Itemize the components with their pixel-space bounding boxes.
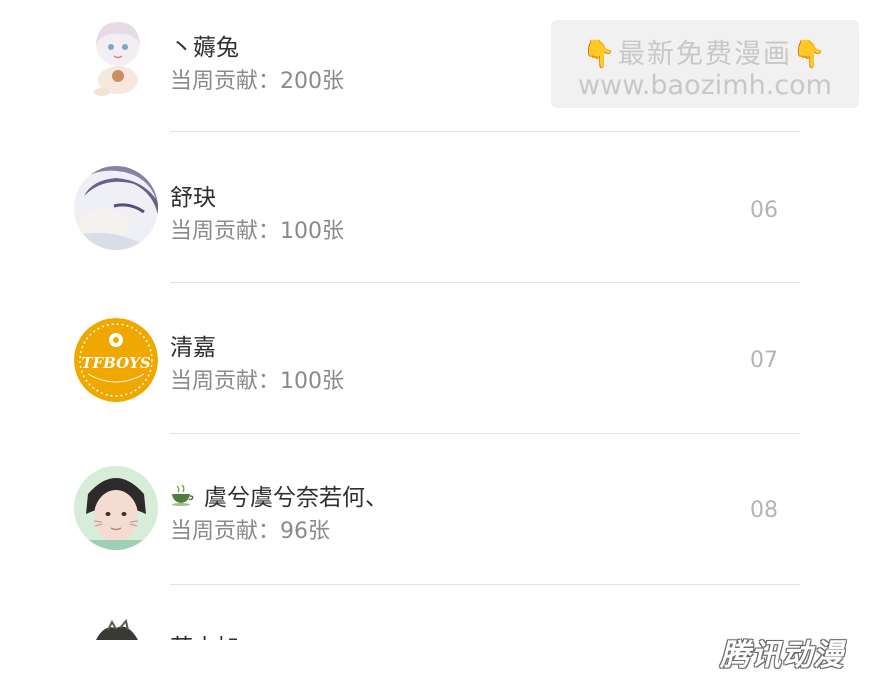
divider xyxy=(170,433,800,434)
divider xyxy=(170,131,800,132)
user-name: 虞兮虞兮奈若何、 xyxy=(170,478,388,512)
user-name: 舒玦 xyxy=(170,185,216,211)
weekly-contribution: 当周贡献：100张 xyxy=(170,369,344,394)
avatar[interactable] xyxy=(74,166,158,250)
watermark: 👇最新免费漫画👇 www.baozimh.com xyxy=(551,20,859,108)
teacup-icon xyxy=(170,484,194,506)
list-item[interactable]: 舒玦 当周贡献：100张 06 xyxy=(0,150,880,300)
avatar[interactable]: TFBOYS xyxy=(74,318,158,402)
rank-number: 06 xyxy=(750,198,778,223)
weekly-contribution: 当周贡献：200张 xyxy=(170,69,344,94)
avatar[interactable] xyxy=(82,14,154,98)
user-name-text: 虞兮虞兮奈若何、 xyxy=(204,485,388,511)
rank-number: 07 xyxy=(750,348,778,373)
user-name: 丶薅兔 xyxy=(170,35,239,61)
list-item[interactable]: 虞兮虞兮奈若何、 当周贡献：96张 08 xyxy=(0,450,880,600)
pointing-down-hand-icon: 👇 xyxy=(582,39,618,70)
watermark-title: 👇最新免费漫画👇 xyxy=(582,39,828,70)
divider xyxy=(170,282,800,283)
user-name: 清嘉 xyxy=(170,335,216,361)
avatar[interactable] xyxy=(74,618,158,640)
badge-text: TFBOYS xyxy=(81,354,151,372)
weekly-contribution: 当周贡献：96张 xyxy=(170,519,330,544)
tencent-comic-logo: 腾讯动漫 xyxy=(720,638,844,673)
weekly-contribution: 当周贡献：100张 xyxy=(170,219,344,244)
divider xyxy=(170,584,800,585)
rank-number: 08 xyxy=(750,498,778,523)
list-item[interactable]: TFBOYS 清嘉 当周贡献：100张 07 xyxy=(0,300,880,450)
pointing-down-hand-icon: 👇 xyxy=(792,39,828,70)
avatar[interactable] xyxy=(74,466,158,550)
watermark-url: www.baozimh.com xyxy=(578,70,832,101)
